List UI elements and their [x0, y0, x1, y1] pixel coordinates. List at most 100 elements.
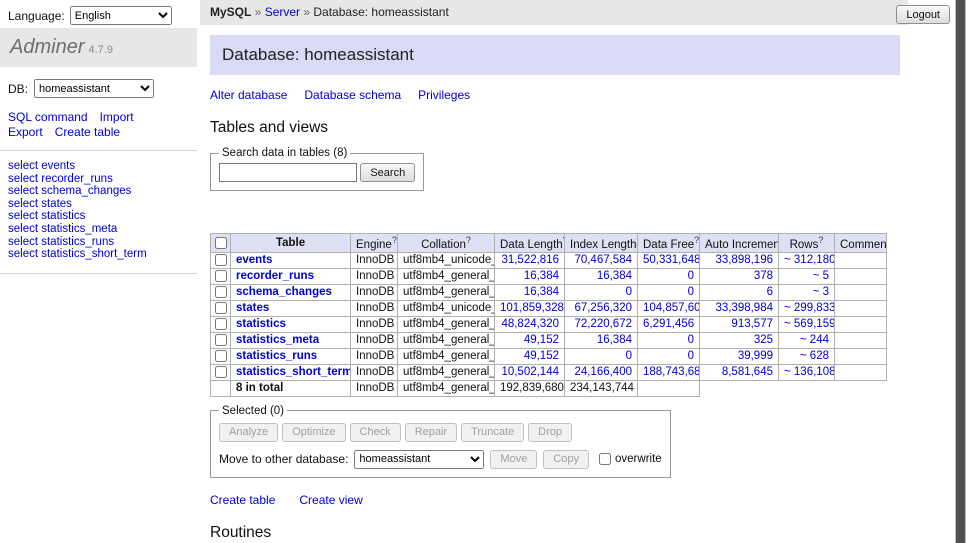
bulk-drop-button[interactable]: Drop — [528, 423, 572, 442]
data-free-link[interactable]: 0 — [688, 350, 694, 362]
data-length-link[interactable]: 49,152 — [524, 334, 559, 346]
index-length-link[interactable]: 72,220,672 — [574, 318, 632, 330]
scrollbar[interactable] — [955, 0, 966, 543]
search-button[interactable]: Search — [360, 163, 415, 182]
auto-increment-link[interactable]: 33,898,196 — [715, 254, 773, 266]
table-link[interactable]: recorder_runs — [236, 270, 314, 282]
table-link[interactable]: events — [236, 254, 272, 266]
row-checkbox[interactable] — [215, 270, 227, 282]
auto-increment-link[interactable]: 33,398,984 — [715, 302, 773, 314]
column-help-icon[interactable]: ? — [818, 235, 823, 245]
auto-increment-link[interactable]: 325 — [754, 334, 773, 346]
rows-link[interactable]: ~ 299,833 — [784, 302, 835, 314]
action-link-alter-database[interactable]: Alter database — [210, 88, 287, 102]
bulk-check-button[interactable]: Check — [350, 423, 401, 442]
breadcrumb-mysql[interactable]: MySQL — [210, 5, 251, 19]
rows-link[interactable]: ~ 569,159 — [784, 318, 835, 330]
index-length-link[interactable]: 24,166,400 — [574, 366, 632, 378]
breadcrumb-server[interactable]: Server — [265, 5, 300, 19]
table-select-link-select-recorder-runs[interactable]: select recorder_runs — [8, 173, 113, 185]
data-length-link[interactable]: 101,859,328 — [500, 302, 564, 314]
data-length-link[interactable]: 49,152 — [524, 350, 559, 362]
table-link[interactable]: statistics_short_term — [236, 366, 351, 378]
index-length-link[interactable]: 16,384 — [597, 270, 632, 282]
action-link-database-schema[interactable]: Database schema — [304, 88, 401, 102]
column-help-icon[interactable]: ? — [694, 235, 699, 245]
data-length-link[interactable]: 16,384 — [524, 270, 559, 282]
search-input[interactable] — [219, 163, 357, 182]
data-length-link[interactable]: 48,824,320 — [501, 318, 559, 330]
rows-link[interactable]: ~ 244 — [800, 334, 829, 346]
data-free-link[interactable]: 0 — [688, 334, 694, 346]
table-select-link-select-states[interactable]: select states — [8, 198, 72, 210]
table-link[interactable]: schema_changes — [236, 286, 332, 298]
row-checkbox[interactable] — [215, 286, 227, 298]
auto-increment-link[interactable]: 913,577 — [731, 318, 773, 330]
bulk-optimize-button[interactable]: Optimize — [282, 423, 345, 442]
row-checkbox[interactable] — [215, 254, 227, 266]
auto-increment-link[interactable]: 39,999 — [738, 350, 773, 362]
data-free-link[interactable]: 0 — [688, 286, 694, 298]
bulk-analyze-button[interactable]: Analyze — [219, 423, 278, 442]
auto-increment-link[interactable]: 378 — [754, 270, 773, 282]
data-free-link[interactable]: 104,857,600 — [643, 302, 700, 314]
table-select-link-select-statistics-short-term[interactable]: select statistics_short_term — [8, 248, 147, 260]
index-length-link[interactable]: 0 — [626, 286, 632, 298]
rows-link[interactable]: ~ 136,108 — [784, 366, 835, 378]
column-help-icon[interactable]: ? — [392, 235, 397, 245]
table-link[interactable]: states — [236, 302, 269, 314]
move-db-select[interactable]: homeassistant — [354, 450, 484, 469]
cell-data-free: 6,291,456 — [638, 316, 700, 332]
data-length-link[interactable]: 16,384 — [524, 286, 559, 298]
sidebar-link-sql-command[interactable]: SQL command — [8, 110, 88, 124]
sidebar-link-export[interactable]: Export — [8, 125, 43, 139]
data-length-link[interactable]: 10,502,144 — [501, 366, 559, 378]
index-length-link[interactable]: 70,467,584 — [574, 254, 632, 266]
action-link-privileges[interactable]: Privileges — [418, 88, 470, 102]
table-link[interactable]: statistics — [236, 318, 286, 330]
row-checkbox[interactable] — [215, 302, 227, 314]
sidebar-link-create-table[interactable]: Create table — [55, 125, 120, 139]
auto-increment-link[interactable]: 8,581,645 — [722, 366, 773, 378]
scrollbar-thumb[interactable] — [956, 0, 965, 543]
data-free-link[interactable]: 6,291,456 — [643, 318, 694, 330]
rows-link[interactable]: ~ 628 — [800, 350, 829, 362]
app-name[interactable]: Adminer — [10, 36, 84, 58]
select-all-checkbox[interactable] — [215, 237, 227, 249]
language-select[interactable]: English — [70, 6, 172, 25]
copy-button[interactable]: Copy — [543, 450, 589, 469]
row-checkbox[interactable] — [215, 366, 227, 378]
create-link-create-view[interactable]: Create view — [299, 493, 362, 507]
table-link[interactable]: statistics_runs — [236, 350, 317, 362]
index-length-link[interactable]: 0 — [626, 350, 632, 362]
table-select-link-select-statistics[interactable]: select statistics — [8, 210, 85, 222]
column-help-icon[interactable]: ? — [466, 235, 471, 245]
rows-link[interactable]: ~ 312,180 — [784, 254, 835, 266]
move-row: Move to other database: homeassistant Mo… — [219, 450, 662, 469]
rows-link[interactable]: ~ 3 — [813, 286, 829, 298]
db-select[interactable]: homeassistant — [34, 79, 154, 98]
bulk-repair-button[interactable]: Repair — [405, 423, 457, 442]
data-length-link[interactable]: 31,522,816 — [501, 254, 559, 266]
auto-increment-link[interactable]: 6 — [767, 286, 773, 298]
table-select-link-select-events[interactable]: select events — [8, 160, 75, 172]
bulk-truncate-button[interactable]: Truncate — [461, 423, 524, 442]
data-free-link[interactable]: 50,331,648 — [643, 254, 700, 266]
overwrite-checkbox[interactable] — [599, 453, 611, 465]
data-free-link[interactable]: 188,743,680 — [643, 366, 700, 378]
index-length-link[interactable]: 16,384 — [597, 334, 632, 346]
sidebar-link-import[interactable]: Import — [100, 110, 134, 124]
table-select-link-select-statistics-runs[interactable]: select statistics_runs — [8, 236, 114, 248]
data-free-link[interactable]: 0 — [688, 270, 694, 282]
table-link[interactable]: statistics_meta — [236, 334, 319, 346]
index-length-link[interactable]: 67,256,320 — [574, 302, 632, 314]
row-checkbox[interactable] — [215, 350, 227, 362]
logout-button[interactable]: Logout — [896, 5, 950, 24]
move-button[interactable]: Move — [490, 450, 537, 469]
rows-link[interactable]: ~ 5 — [813, 270, 829, 282]
row-checkbox[interactable] — [215, 318, 227, 330]
create-link-create-table[interactable]: Create table — [210, 493, 275, 507]
table-select-link-select-schema-changes[interactable]: select schema_changes — [8, 185, 131, 197]
table-select-link-select-statistics-meta[interactable]: select statistics_meta — [8, 223, 117, 235]
row-checkbox[interactable] — [215, 334, 227, 346]
